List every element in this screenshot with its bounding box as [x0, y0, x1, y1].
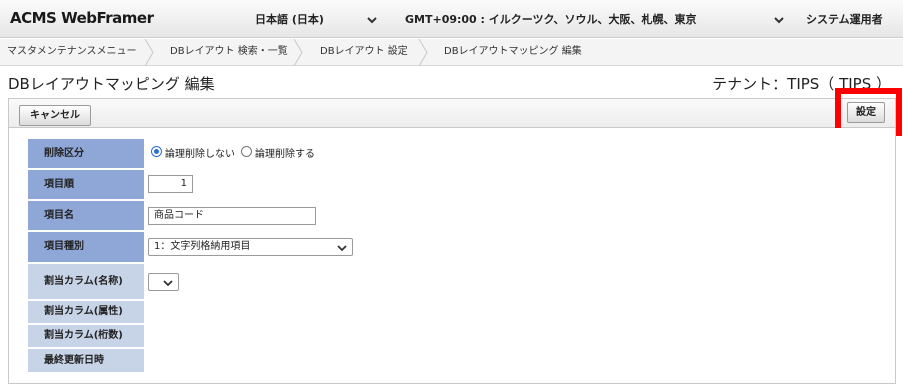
item-order-input[interactable]: 1	[148, 175, 193, 193]
radio-label-no-logical-delete[interactable]: 論理削除しない	[165, 145, 235, 160]
page-title: DBレイアウトマッピング 編集	[8, 75, 215, 93]
item-type-select[interactable]: 1：文字列格納用項目	[148, 238, 353, 256]
breadcrumb-item-master-menu[interactable]: マスタメンテナンスメニュー	[7, 39, 137, 66]
label-item-name: 項目名	[28, 201, 144, 230]
radio-logical-delete[interactable]	[241, 146, 252, 157]
cancel-button[interactable]: キャンセル	[19, 105, 91, 126]
user-menu[interactable]: システム運用者	[806, 11, 883, 27]
chevron-down-icon[interactable]	[773, 14, 785, 26]
breadcrumb-item-layout-search[interactable]: DBレイアウト 検索・一覧	[170, 39, 288, 66]
label-assign-column-attr: 割当カラム(属性)	[28, 301, 144, 323]
label-assign-column-name: 割当カラム(名称)	[28, 264, 144, 299]
item-type-select-value: 1：文字列格納用項目	[154, 241, 251, 252]
chevron-down-icon	[163, 280, 173, 287]
chevron-down-icon	[337, 245, 347, 252]
breadcrumb-item-mapping-edit: DBレイアウトマッピング 編集	[444, 46, 582, 57]
save-button[interactable]: 設定	[847, 102, 885, 123]
assign-column-name-select[interactable]	[148, 273, 179, 291]
breadcrumb-separator	[293, 39, 303, 66]
label-item-type: 項目種別	[28, 232, 144, 262]
breadcrumb-item-layout-settings[interactable]: DBレイアウト 設定	[320, 39, 408, 66]
label-delete-type: 削除区分	[28, 139, 144, 168]
label-assign-column-digits: 割当カラム(桁数)	[28, 325, 144, 347]
label-item-order: 項目順	[28, 170, 144, 199]
action-toolbar: キャンセル	[8, 98, 896, 128]
breadcrumb: マスタメンテナンスメニュー DBレイアウト 検索・一覧 DBレイアウト 設定 D…	[0, 39, 903, 66]
breadcrumb-separator	[144, 39, 154, 66]
radio-label-logical-delete[interactable]: 論理削除する	[255, 145, 315, 160]
chevron-down-icon[interactable]	[366, 14, 378, 26]
timezone-select[interactable]: GMT+09:00 : イルクーツク、ソウル、大阪、札幌、東京	[405, 11, 697, 27]
app-header: ACMS WebFramer 日本語 (日本) GMT+09:00 : イルクー…	[0, 0, 903, 38]
label-last-updated: 最終更新日時	[28, 349, 144, 372]
app-logo: ACMS WebFramer	[10, 9, 154, 27]
breadcrumb-separator	[418, 39, 428, 66]
item-name-input[interactable]: 商品コード	[148, 207, 316, 225]
radio-no-logical-delete[interactable]	[151, 146, 162, 157]
language-select[interactable]: 日本語 (日本)	[255, 11, 324, 27]
